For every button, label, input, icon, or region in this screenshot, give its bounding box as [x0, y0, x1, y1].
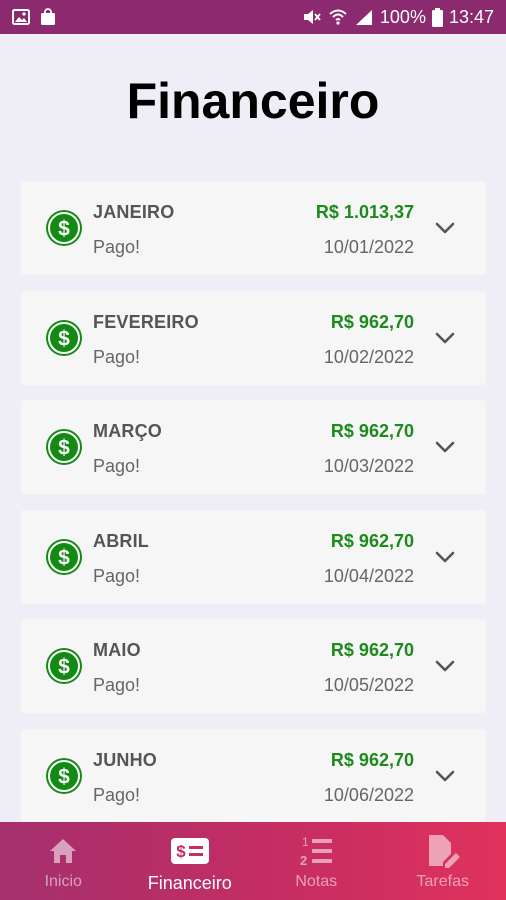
svg-text:$: $	[176, 842, 186, 861]
payment-status: Pago!	[93, 237, 141, 257]
chevron-down-icon[interactable]	[434, 655, 456, 677]
payment-status: Pago!	[93, 565, 141, 586]
home-icon	[50, 839, 77, 863]
payment-amount: R$ 962,70	[330, 421, 414, 442]
payment-month: ABRIL	[93, 530, 149, 551]
battery-percent: 100%	[379, 6, 426, 27]
chevron-down-icon[interactable]	[434, 546, 456, 568]
nav-item-notas[interactable]: 12 Notas	[253, 822, 380, 900]
money-icon: $	[170, 838, 209, 864]
shopping-bag-icon	[40, 8, 56, 26]
payment-amount: R$ 962,70	[330, 530, 414, 551]
status-bar-right: 100% 13:47	[302, 7, 494, 28]
payment-status: Pago!	[93, 675, 141, 696]
signal-icon	[354, 8, 374, 26]
dollar-coin-icon: $	[46, 648, 82, 685]
payment-status: Pago!	[93, 784, 141, 805]
nav-label-notas: Notas	[295, 873, 338, 890]
nav-item-inicio[interactable]: Inicio	[0, 822, 127, 900]
chevron-down-icon[interactable]	[434, 765, 456, 787]
svg-text:$: $	[58, 437, 70, 460]
payment-amount: R$ 962,70	[330, 311, 414, 332]
payment-date: 10/04/2022	[323, 565, 414, 586]
wifi-icon	[328, 8, 348, 26]
battery-icon	[431, 7, 443, 27]
svg-text:$: $	[58, 327, 70, 350]
svg-text:$: $	[58, 765, 70, 788]
edit-document-icon	[428, 835, 460, 868]
nav-item-financeiro[interactable]: $ Financeiro	[127, 822, 254, 900]
payment-month: MAIO	[93, 640, 141, 661]
payment-amount: R$ 962,70	[330, 640, 414, 661]
ordered-list-icon: 12	[300, 835, 333, 868]
image-notification-icon	[12, 9, 30, 25]
mute-icon	[302, 8, 322, 26]
payment-card[interactable]: $ MARÇO Pago! R$ 962,70 10/03/2022	[21, 400, 486, 495]
payment-card[interactable]: $ MAIO Pago! R$ 962,70 10/05/2022	[21, 619, 486, 714]
svg-text:2: 2	[300, 853, 307, 868]
nav-label-tarefas: Tarefas	[416, 873, 469, 890]
payment-list: $ JANEIRO Pago! R$ 1.013,37 10/01/2022 $…	[21, 181, 486, 839]
svg-text:$: $	[58, 546, 70, 569]
dollar-coin-icon: $	[46, 757, 82, 794]
payment-date: 10/03/2022	[323, 456, 414, 477]
clock: 13:47	[448, 6, 494, 27]
payment-amount: R$ 962,70	[330, 749, 414, 770]
chevron-down-icon[interactable]	[434, 217, 456, 239]
dollar-coin-icon: $	[46, 429, 82, 466]
dollar-coin-icon: $	[46, 538, 82, 575]
nav-item-tarefas[interactable]: Tarefas	[380, 822, 506, 900]
payment-amount: R$ 1.013,37	[315, 202, 414, 222]
chevron-down-icon[interactable]	[434, 436, 456, 458]
payment-card[interactable]: $ JUNHO Pago! R$ 962,70 10/06/2022	[21, 728, 486, 823]
payment-month: JANEIRO	[93, 202, 175, 222]
payment-date: 10/01/2022	[323, 237, 414, 257]
svg-text:$: $	[58, 218, 70, 241]
payment-month: FEVEREIRO	[93, 311, 199, 332]
payment-date: 10/05/2022	[323, 675, 414, 696]
status-bar-left	[12, 8, 56, 26]
chevron-down-icon[interactable]	[434, 327, 456, 349]
status-bar: 100% 13:47	[0, 0, 506, 34]
payment-card[interactable]: $ JANEIRO Pago! R$ 1.013,37 10/01/2022	[21, 181, 486, 275]
page-title: Financeiro	[126, 73, 380, 129]
nav-label-inicio: Inicio	[44, 873, 82, 890]
payment-month: MARÇO	[93, 421, 162, 442]
payment-date: 10/02/2022	[323, 346, 414, 367]
payment-date: 10/06/2022	[323, 784, 414, 805]
payment-month: JUNHO	[93, 749, 158, 770]
payment-card[interactable]: $ ABRIL Pago! R$ 962,70 10/04/2022	[21, 509, 486, 604]
payment-status: Pago!	[93, 456, 141, 477]
dollar-coin-icon: $	[46, 210, 82, 246]
bottom-navigation: Inicio $ Financeiro 12 Notas Tarefas	[0, 822, 506, 900]
svg-text:1: 1	[302, 835, 309, 849]
payment-status: Pago!	[93, 346, 141, 367]
nav-label-financeiro: Financeiro	[147, 873, 232, 893]
svg-text:$: $	[58, 656, 70, 679]
dollar-coin-icon: $	[46, 319, 82, 356]
payment-card[interactable]: $ FEVEREIRO Pago! R$ 962,70 10/02/2022	[21, 290, 486, 385]
